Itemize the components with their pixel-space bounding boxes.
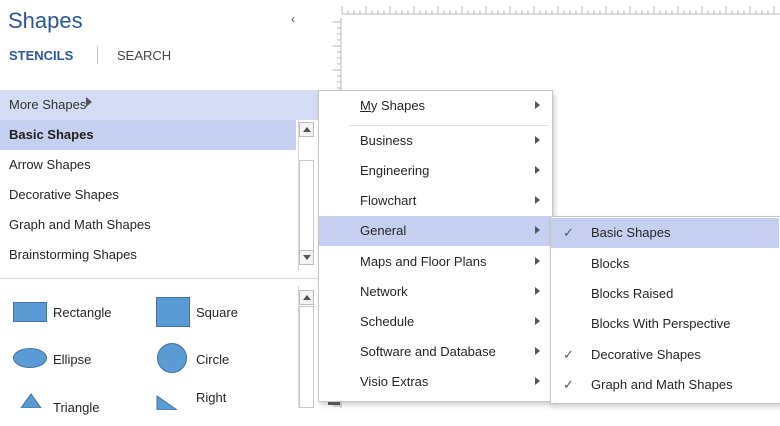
submenu-item-basic-shapes[interactable]: ✓ Basic Shapes: [551, 218, 779, 248]
menu-item-label: Network: [360, 284, 408, 299]
arrow-up-icon: [303, 127, 311, 132]
chevron-right-icon: [535, 287, 540, 295]
shape-label: Square: [196, 305, 238, 320]
submenu-item-blocks[interactable]: Blocks: [551, 249, 779, 279]
submenu-item-label: Graph and Math Shapes: [591, 377, 733, 392]
scroll-up-button[interactable]: [299, 122, 314, 137]
menu-item-maps-floor-plans[interactable]: Maps and Floor Plans: [319, 247, 550, 277]
ellipse-icon: [13, 348, 47, 368]
menu-item-label: Business: [360, 133, 413, 148]
shape-label: Circle: [196, 352, 230, 367]
rectangle-icon: [13, 302, 47, 322]
shape-label: Right: [196, 390, 227, 405]
menu-item-label: Visio Extras: [360, 374, 429, 389]
more-shapes-label: More Shapes: [9, 97, 87, 112]
menu-item-engineering[interactable]: Engineering: [319, 156, 550, 186]
menu-item-business[interactable]: Business: [319, 126, 550, 156]
chevron-right-icon: [535, 257, 540, 265]
menu-item-label: Software and Database: [360, 344, 496, 359]
stencil-item-arrow-shapes[interactable]: Arrow Shapes: [0, 150, 296, 180]
access-key: M: [360, 98, 371, 113]
stencil-item-decorative-shapes[interactable]: Decorative Shapes: [0, 180, 296, 210]
scroll-down-button[interactable]: [299, 250, 314, 265]
submenu-item-label: Blocks With Perspective: [591, 316, 731, 331]
shape-rectangle[interactable]: Rectangle: [10, 294, 150, 334]
menu-item-flowchart[interactable]: Flowchart: [319, 186, 550, 216]
submenu-item-label: Blocks Raised: [591, 286, 674, 301]
submenu-item-label: Basic Shapes: [591, 225, 671, 240]
submenu-item-blocks-raised[interactable]: Blocks Raised: [551, 279, 779, 309]
menu-item-label: General: [360, 223, 407, 238]
chevron-right-icon: [535, 166, 540, 174]
square-icon: [156, 297, 190, 327]
chevron-right-icon: [535, 136, 540, 144]
menu-item-general[interactable]: General: [319, 216, 550, 246]
tab-divider: [97, 46, 98, 64]
stencil-list-scrollbar[interactable]: [298, 120, 316, 270]
menu-item-label: Schedule: [360, 314, 415, 329]
check-icon: ✓: [563, 377, 574, 392]
tab-stencils[interactable]: STENCILS: [9, 48, 73, 63]
shape-circle[interactable]: Circle: [154, 340, 294, 380]
tab-search[interactable]: SEARCH: [117, 48, 171, 63]
submenu-item-decorative-shapes[interactable]: ✓ Decorative Shapes: [551, 340, 779, 370]
more-shapes-button[interactable]: More Shapes: [0, 90, 318, 120]
stencil-item-basic-shapes[interactable]: Basic Shapes: [0, 120, 296, 150]
shape-label: Ellipse: [53, 352, 92, 367]
shape-label: Rectangle: [53, 305, 112, 320]
chevron-right-icon: [535, 347, 540, 355]
menu-item-my-shapes[interactable]: My Shapes: [319, 91, 550, 121]
chevron-right-icon: [86, 97, 92, 107]
submenu-item-blocks-with-perspective[interactable]: Blocks With Perspective: [551, 309, 779, 339]
shape-ellipse[interactable]: Ellipse: [10, 340, 150, 380]
chevron-right-icon: [535, 196, 540, 204]
general-submenu: ✓ Basic Shapes Blocks Blocks Raised Bloc…: [550, 216, 780, 404]
shape-right-triangle[interactable]: Right: [154, 386, 294, 426]
menu-item-label: Flowchart: [360, 193, 417, 208]
shapes-pane: Shapes ‹ STENCILS SEARCH More Shapes Bas…: [0, 0, 318, 415]
menu-item-schedule[interactable]: Schedule: [319, 307, 550, 337]
stencil-item-brainstorming-shapes[interactable]: Brainstorming Shapes: [0, 240, 296, 270]
shape-square[interactable]: Square: [154, 294, 294, 334]
stencil-item-graph-math-shapes[interactable]: Graph and Math Shapes: [0, 210, 296, 240]
pane-title: Shapes: [8, 8, 83, 33]
chevron-right-icon: [535, 226, 540, 234]
chevron-right-icon: [535, 377, 540, 385]
circle-icon: [157, 343, 187, 373]
scrollbar-thumb[interactable]: [299, 306, 314, 408]
scroll-up-button[interactable]: [299, 290, 314, 305]
shape-triangle[interactable]: Triangle: [10, 386, 150, 426]
horizontal-ruler: [318, 0, 780, 18]
menu-item-label: Maps and Floor Plans: [360, 254, 487, 269]
collapse-pane-button[interactable]: ‹: [286, 12, 300, 26]
submenu-item-graph-math-shapes[interactable]: ✓ Graph and Math Shapes: [551, 370, 779, 400]
more-shapes-menu: My Shapes Business Engineering Flowchart…: [318, 90, 553, 402]
arrow-down-icon: [303, 255, 311, 260]
arrow-up-icon: [303, 295, 311, 300]
menu-item-software-database[interactable]: Software and Database: [319, 337, 550, 367]
submenu-item-label: Blocks: [591, 256, 630, 271]
check-icon: ✓: [563, 347, 574, 362]
triangle-icon: [20, 393, 42, 408]
menu-item-label: Engineering: [360, 163, 430, 178]
status-icon: [328, 402, 340, 405]
menu-item-network[interactable]: Network: [319, 277, 550, 307]
submenu-item-label: Decorative Shapes: [591, 347, 701, 362]
menu-item-visio-extras[interactable]: Visio Extras: [319, 367, 550, 397]
chevron-right-icon: [535, 101, 540, 109]
chevron-right-icon: [535, 317, 540, 325]
shapes-scrollbar[interactable]: [298, 286, 316, 408]
pane-divider: [0, 278, 318, 279]
check-icon: ✓: [563, 225, 574, 240]
menu-item-label: y Shapes: [370, 98, 426, 113]
scrollbar-thumb[interactable]: [299, 160, 314, 252]
